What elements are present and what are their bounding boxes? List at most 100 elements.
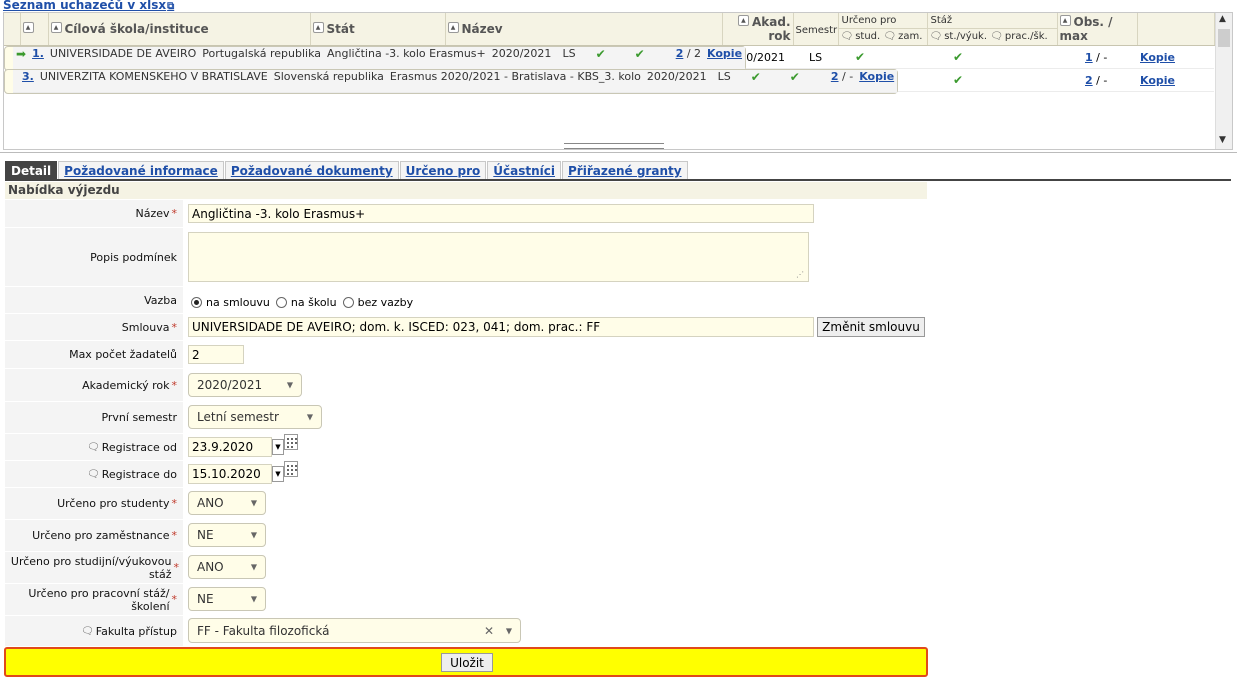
sort-icon[interactable]: ▲ bbox=[447, 22, 459, 33]
employees-select[interactable]: NE ▼ bbox=[188, 523, 266, 547]
section-title: Nabídka výjezdu bbox=[5, 182, 927, 199]
row-reg-od: 🗨 Registrace od 23.9.2020 ▼ bbox=[5, 434, 927, 461]
study-internship-select[interactable]: ANO ▼ bbox=[188, 555, 266, 579]
scroll-up-icon[interactable]: ▲ bbox=[1219, 14, 1226, 24]
date-dropdown-icon[interactable]: ▼ bbox=[272, 466, 284, 482]
reg-from-input[interactable]: 23.9.2020 bbox=[188, 437, 272, 457]
cell-occupancy: 1 / - bbox=[1057, 46, 1137, 69]
change-contract-button[interactable]: Změnit smlouvu bbox=[817, 317, 925, 337]
grid-header-year[interactable]: ▲ Akad. rok bbox=[722, 13, 794, 46]
first-semester-select[interactable]: Letní semestr ▼ bbox=[188, 405, 322, 429]
row-semestr: První semestr Letní semestr ▼ bbox=[5, 402, 927, 434]
cell-internship: ✔ bbox=[608, 47, 648, 70]
sort-icon[interactable]: ▲ bbox=[1059, 15, 1071, 26]
cell-occupancy: 2 / 2 bbox=[647, 47, 705, 70]
resize-handle-icon[interactable]: ⋰ bbox=[796, 270, 804, 279]
sort-icon[interactable]: ▲ bbox=[22, 22, 34, 33]
clear-icon[interactable]: ✕ bbox=[484, 624, 494, 638]
radio-bez-vazby[interactable]: bez vazby bbox=[342, 296, 413, 309]
grid-header-index[interactable]: ▲ bbox=[20, 13, 49, 46]
label-reg-od: 🗨 Registrace od bbox=[5, 434, 183, 460]
tab-grants[interactable]: Přiřazené granty bbox=[562, 161, 688, 180]
export-xlsx-link[interactable]: Seznam uchazečů v xlsx⧉ bbox=[3, 0, 174, 12]
academic-year-select[interactable]: 2020/2021 ▼ bbox=[188, 373, 302, 397]
cell-school: UNIVERSIDADE DE AVEIRO bbox=[46, 47, 200, 70]
grid-header-school[interactable]: ▲ Cílová škola/instituce bbox=[48, 13, 311, 46]
label-max: Max počet žadatelů bbox=[5, 341, 183, 368]
chevron-down-icon: ▼ bbox=[250, 594, 257, 604]
row-studstaz: Určeno pro studijní/výukovou stáž * ANO ▼ bbox=[5, 552, 927, 584]
cell-school: UNIVERZITA KOMENSKEHO V BRATISLAVE bbox=[36, 70, 271, 93]
label-studenty: Určeno pro studenty * bbox=[5, 488, 183, 519]
chevron-down-icon: ▼ bbox=[505, 626, 512, 635]
tab-intended-for[interactable]: Určeno pro bbox=[399, 161, 487, 180]
row-vazba: Vazba na smlouvu na školu bez vazby bbox=[5, 287, 927, 314]
label-vazba: Vazba bbox=[5, 287, 183, 313]
copy-link[interactable]: Kopie bbox=[707, 47, 742, 60]
calendar-icon[interactable] bbox=[284, 461, 298, 477]
label-smlouva: Smlouva * bbox=[5, 314, 183, 340]
tab-participants[interactable]: Účastníci bbox=[487, 161, 562, 180]
students-select[interactable]: ANO ▼ bbox=[188, 491, 266, 515]
cell-semester: LS bbox=[559, 47, 579, 70]
copy-link[interactable]: Kopie bbox=[859, 70, 894, 83]
scroll-thumb[interactable] bbox=[1218, 29, 1230, 47]
table-row[interactable]: ➡ 1. UNIVERSIDADE DE AVEIRO Portugalská rep… bbox=[4, 46, 747, 71]
nazev-input[interactable]: Angličtina -3. kolo Erasmus+ bbox=[188, 204, 814, 223]
sort-icon[interactable]: ▲ bbox=[50, 22, 62, 33]
row-studenty: Určeno pro studenty * ANO ▼ bbox=[5, 488, 927, 520]
occupancy-link[interactable]: 2 bbox=[676, 47, 684, 60]
cell-semester: LS bbox=[714, 70, 734, 93]
radio-na-smlouvu[interactable]: na smlouvu bbox=[191, 296, 270, 309]
applicants-grid: ▲ ▲ Cílová škola/instituce ▲ Stát ▲ Název ▲… bbox=[3, 12, 1233, 150]
occupancy-link[interactable]: 1 bbox=[1085, 51, 1093, 64]
grid-scrollbar[interactable]: ▲ ▼ bbox=[1215, 13, 1232, 149]
resize-grip[interactable] bbox=[564, 143, 664, 149]
popis-textarea[interactable] bbox=[188, 232, 809, 282]
occupancy-link[interactable]: 2 bbox=[831, 70, 839, 83]
tab-required-documents[interactable]: Požadované dokumenty bbox=[224, 161, 399, 180]
label-studstaz: Určeno pro studijní/výukovou stáž * bbox=[5, 552, 183, 583]
copy-link[interactable]: Kopie bbox=[1140, 51, 1175, 64]
tab-required-info[interactable]: Požadované informace bbox=[58, 161, 224, 180]
cell-intended: ✔ bbox=[578, 47, 609, 70]
table-row[interactable]: 3. UNIVERZITA KOMENSKEHO V BRATISLAVE Slov… bbox=[4, 69, 899, 94]
occupancy-link[interactable]: 2 bbox=[1085, 74, 1093, 87]
cell-intended: ✔ bbox=[733, 70, 764, 93]
check-icon: ✔ bbox=[595, 47, 606, 61]
label-reg-do: 🗨 Registrace do bbox=[5, 461, 183, 487]
current-row-arrow-icon: ➡ bbox=[16, 47, 27, 61]
grid-header-intended: Určeno pro 🗨 stud. 🗨 zam. bbox=[838, 13, 928, 46]
copy-link[interactable]: Kopie bbox=[1140, 74, 1175, 87]
grid-header-name[interactable]: ▲ Název bbox=[445, 13, 723, 46]
chevron-down-icon: ▼ bbox=[250, 498, 257, 508]
tab-detail[interactable]: Detail bbox=[5, 161, 58, 180]
label-semestr: První semestr bbox=[5, 402, 183, 433]
sort-icon[interactable]: ▲ bbox=[737, 15, 749, 26]
comment-icon: 🗨 bbox=[81, 625, 94, 637]
sort-icon[interactable]: ▲ bbox=[312, 22, 324, 33]
faculty-select[interactable]: FF - Fakulta filozofická ✕ ▼ bbox=[188, 618, 521, 643]
scroll-down-icon[interactable]: ▼ bbox=[1219, 135, 1226, 145]
grid-header-country[interactable]: ▲ Stát bbox=[310, 13, 446, 46]
radio-na-skolu[interactable]: na školu bbox=[275, 296, 337, 309]
comment-icon: 🗨 bbox=[87, 468, 100, 480]
row-index-link[interactable]: 3. bbox=[22, 70, 34, 83]
smlouva-input: UNIVERSIDADE DE AVEIRO; dom. k. ISCED: 0… bbox=[188, 317, 814, 337]
detail-tabs: Detail Požadované informace Požadované d… bbox=[5, 161, 689, 180]
row-index-link[interactable]: 1. bbox=[32, 47, 44, 60]
save-button[interactable]: Uložit bbox=[441, 653, 493, 672]
check-icon: ✔ bbox=[634, 47, 645, 61]
calendar-icon[interactable] bbox=[284, 434, 298, 450]
row-pracstaz: Určeno pro pracovní stáž/školení * NE ▼ bbox=[5, 584, 927, 616]
chevron-down-icon: ▼ bbox=[306, 412, 313, 422]
max-applicants-input[interactable]: 2 bbox=[188, 345, 244, 364]
grid-header-occupancy[interactable]: ▲ Obs. / max bbox=[1057, 13, 1138, 46]
date-dropdown-icon[interactable]: ▼ bbox=[272, 439, 284, 455]
comment-icon: 🗨 bbox=[990, 31, 1003, 42]
row-reg-do: 🗨 Registrace do 15.10.2020 ▼ bbox=[5, 461, 927, 488]
work-internship-select[interactable]: NE ▼ bbox=[188, 587, 266, 611]
save-bar: Uložit bbox=[4, 647, 928, 677]
reg-to-input[interactable]: 15.10.2020 bbox=[188, 464, 272, 484]
cell-country: Slovenská republika bbox=[270, 70, 387, 93]
